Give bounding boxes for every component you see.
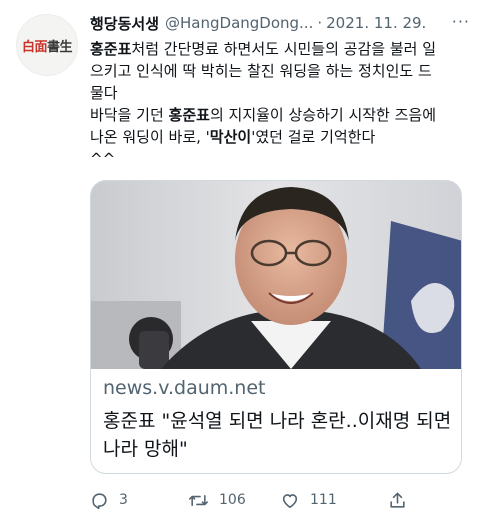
tweet-text-segment: 물다 (90, 84, 118, 102)
avatar[interactable]: 白面書生 (16, 14, 78, 76)
tweet-text-line: ^^ (90, 148, 468, 170)
retweet-button[interactable]: 106 (188, 491, 246, 510)
tweet[interactable]: 白面書生 행당동서생 @HangDangDong... · 2021. 11. … (0, 0, 480, 530)
display-name[interactable]: 행당동서생 (90, 13, 159, 34)
tweet-text-segment: 처럼 간단명료 하면서도 시민들의 공감을 불러 일 (131, 40, 437, 58)
tweet-text-line: 나온 워딩이 바로, '막산이'였던 걸로 기억한다 (90, 126, 468, 148)
reply-count: 3 (119, 492, 128, 508)
card-image (91, 181, 461, 369)
tweet-text: 홍준표처럼 간단명료 하면서도 시민들의 공감을 불러 일 으키고 인식에 딱 박… (90, 38, 468, 170)
retweet-icon (188, 491, 209, 510)
reply-icon (90, 491, 109, 510)
tweet-text-segment: 으키고 인식에 딱 박히는 찰진 워딩을 하는 정치인도 드 (90, 62, 432, 80)
tweet-text-segment: 바닥을 기던 (90, 106, 169, 124)
share-button[interactable] (388, 491, 407, 510)
separator-dot: · (317, 14, 323, 32)
like-button[interactable]: 111 (280, 491, 337, 510)
tweet-actions: 3 106 111 (90, 486, 468, 514)
tweet-text-line: 홍준표처럼 간단명료 하면서도 시민들의 공감을 불러 일 (90, 38, 468, 60)
retweet-count: 106 (219, 492, 246, 508)
tweet-text-line: 바닥을 기던 홍준표의 지지율이 상승하기 시작한 즈음에 (90, 104, 468, 126)
card-domain: news.v.daum.net (103, 377, 266, 399)
link-card[interactable]: news.v.daum.net 홍준표 "윤석열 되면 나라 혼란..이재명 되… (90, 180, 462, 474)
tweet-text-segment: 의 지지율이 상승하기 시작한 즈음에 (209, 106, 437, 124)
tweet-text-segment: 나온 워딩이 바로, ' (90, 128, 210, 146)
reply-button[interactable]: 3 (90, 491, 128, 510)
tweet-text-bold: 홍준표 (90, 40, 132, 58)
avatar-logo-text: 白面書生 (21, 39, 73, 55)
tweet-text-line: 물다 (90, 82, 468, 104)
tweet-date[interactable]: 2021. 11. 29. (326, 14, 426, 32)
user-handle[interactable]: @HangDangDong... (165, 14, 313, 32)
card-title: 홍준표 "윤석열 되면 나라 혼란..이재명 되면 나라 망해" (103, 410, 452, 460)
tweet-text-segment: ^^ (90, 150, 116, 168)
share-icon (388, 491, 407, 510)
like-icon (280, 491, 300, 510)
politician-photo (91, 181, 461, 369)
tweet-text-segment: '였던 걸로 기억한다 (251, 128, 376, 146)
tweet-text-line: 으키고 인식에 딱 박히는 찰진 워딩을 하는 정치인도 드 (90, 60, 468, 82)
more-icon[interactable]: ··· (452, 12, 470, 31)
tweet-text-bold: 홍준표 (168, 106, 210, 124)
tweet-header: 행당동서생 @HangDangDong... · 2021. 11. 29. ·… (90, 12, 470, 34)
tweet-text-bold: 막산이 (209, 128, 252, 146)
like-count: 111 (310, 492, 337, 508)
